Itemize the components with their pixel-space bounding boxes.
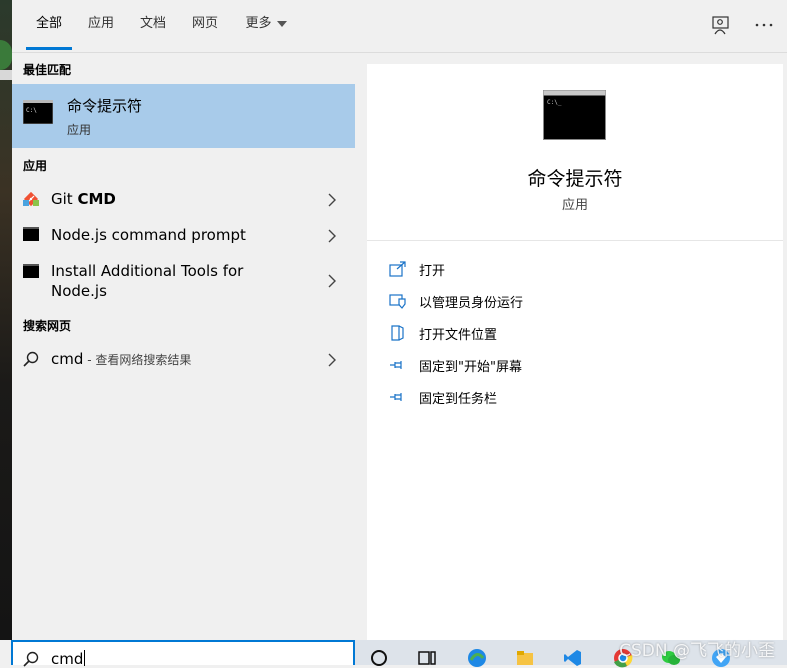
list-item-label-line2: Node.js — [51, 282, 107, 300]
open-icon — [389, 261, 406, 277]
list-item-label: Node.js command prompt — [51, 226, 246, 244]
file-location-icon — [391, 325, 404, 341]
list-item-install-additional-tools[interactable]: Install Additional Tools for Node.js — [12, 258, 355, 304]
desktop-icon-fragment — [0, 70, 12, 80]
more-options-icon[interactable] — [753, 14, 775, 36]
action-label: 固定到"开始"屏幕 — [419, 360, 522, 375]
action-open-file-location[interactable]: 打开文件位置 — [389, 323, 769, 345]
divider — [367, 240, 783, 241]
list-item-label: Git CMD — [51, 189, 116, 209]
action-label: 打开 — [419, 264, 446, 279]
desktop-icon-fragment — [0, 40, 12, 70]
chevron-down-icon — [276, 20, 287, 27]
best-match-title: 命令提示符 — [67, 97, 143, 115]
preview-title: 命令提示符 — [527, 168, 623, 190]
feedback-icon[interactable] — [710, 14, 732, 36]
pin-icon — [390, 361, 402, 369]
search-box[interactable]: cmd — [11, 640, 355, 668]
pin-icon — [390, 393, 402, 401]
action-pin-to-start[interactable]: 固定到"开始"屏幕 — [389, 355, 769, 377]
action-pin-to-taskbar[interactable]: 固定到任务栏 — [389, 387, 769, 409]
action-label: 以管理员身份运行 — [419, 296, 524, 311]
preview-pane: C:\_ 命令提示符 应用 打开 以管理员身份运行 打开文件位置 固定到"开始"… — [367, 64, 783, 640]
run-as-admin-icon — [389, 294, 406, 309]
search-input-value: cmd — [51, 650, 84, 668]
action-run-as-admin[interactable]: 以管理员身份运行 — [389, 291, 769, 313]
tab-more[interactable]: 更多 — [242, 0, 290, 50]
git-icon — [23, 191, 39, 207]
web-query: cmd — [51, 350, 84, 368]
tab-documents[interactable]: 文档 — [136, 0, 170, 50]
command-prompt-icon: C:\_ — [543, 90, 606, 140]
list-item-label: Install Additional Tools for Node.js — [51, 261, 243, 301]
git-label-prefix: Git — [51, 190, 78, 208]
action-open[interactable]: 打开 — [389, 259, 769, 281]
cortana-search-icon[interactable] — [369, 648, 389, 668]
console-icon — [23, 227, 39, 241]
tab-all[interactable]: 全部 — [26, 0, 72, 50]
preview-subtitle: 应用 — [561, 198, 588, 213]
task-view-icon[interactable] — [417, 648, 437, 668]
action-label: 固定到任务栏 — [419, 392, 498, 407]
git-label-bold: CMD — [77, 190, 116, 208]
text-cursor — [84, 650, 86, 666]
console-icon — [23, 264, 39, 278]
action-label: 打开文件位置 — [419, 328, 498, 343]
search-input[interactable]: cmd — [51, 650, 86, 668]
chevron-right-icon[interactable] — [327, 274, 337, 288]
search-icon — [23, 351, 39, 367]
tab-apps[interactable]: 应用 — [84, 0, 118, 50]
apps-heading: 应用 — [23, 159, 48, 173]
watermark: CSDN @飞飞的小歪 — [619, 641, 775, 661]
best-match-item[interactable]: C:\ 命令提示符 应用 — [12, 84, 355, 148]
list-item-nodejs-command-prompt[interactable]: Node.js command prompt — [12, 222, 355, 248]
list-item-label: cmd - 查看网络搜索结果 — [51, 349, 191, 370]
search-filter-bar: 全部 应用 文档 网页 更多 — [12, 0, 787, 53]
chevron-right-icon[interactable] — [327, 353, 337, 367]
list-item-label-line1: Install Additional Tools for — [51, 262, 244, 280]
svg-text:C:\_: C:\_ — [547, 99, 562, 106]
list-item-web-search[interactable]: cmd - 查看网络搜索结果 — [12, 346, 355, 372]
command-prompt-icon: C:\ — [23, 100, 53, 124]
chevron-right-icon[interactable] — [327, 229, 337, 243]
best-match-heading: 最佳匹配 — [23, 63, 72, 77]
search-web-heading: 搜索网页 — [23, 319, 72, 333]
svg-text:C:\: C:\ — [26, 107, 37, 114]
edge-browser-icon[interactable] — [467, 648, 487, 668]
tab-more-label: 更多 — [245, 16, 272, 31]
file-explorer-icon[interactable] — [515, 648, 535, 668]
chevron-right-icon[interactable] — [327, 193, 337, 207]
tab-web[interactable]: 网页 — [188, 0, 222, 50]
results-pane: 最佳匹配 C:\ 命令提示符 应用 应用 Git CMD Node.js com… — [12, 53, 355, 640]
best-match-subtitle: 应用 — [67, 123, 92, 137]
vscode-icon[interactable] — [563, 648, 583, 668]
list-item-git-cmd[interactable]: Git CMD — [12, 186, 355, 212]
web-suffix: - 查看网络搜索结果 — [83, 353, 192, 367]
desktop-background — [0, 0, 12, 640]
